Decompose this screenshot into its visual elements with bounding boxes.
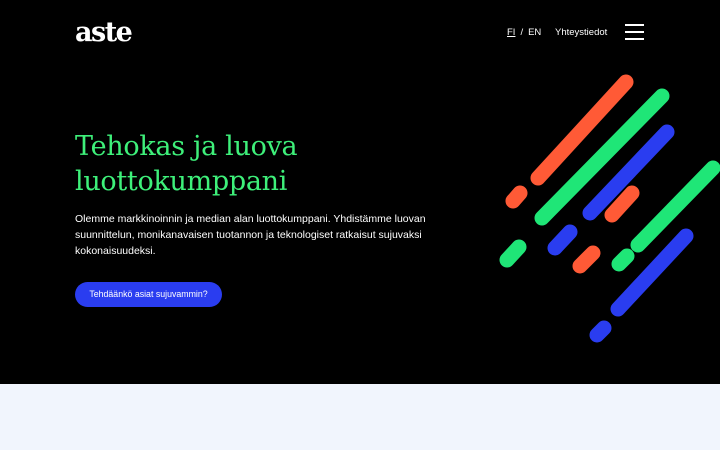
cta-button[interactable]: Tehdäänkö asiat sujuvammin? [75, 282, 222, 307]
page-title-line2: luottokumppani [75, 166, 288, 197]
hero-section: aste FI / EN Yhteystiedot Tehokas ja luova… [0, 0, 720, 384]
stripe-orange-1 [530, 74, 634, 186]
language-switcher: FI / EN [507, 27, 541, 39]
stripe-green-3 [630, 160, 720, 253]
intro-text: Olemme markkinoinnin ja median alan luot… [75, 213, 426, 257]
stripe-orange-4 [572, 245, 601, 274]
stripe-blue-3 [610, 228, 694, 317]
hamburger-menu-icon[interactable] [625, 24, 644, 40]
page-title-line1: Tehokas ja luova [75, 131, 298, 162]
stripe-blue-2 [547, 224, 578, 256]
stripe-blue-4 [589, 320, 612, 343]
page-title: Tehokas ja luova luottokumppani [75, 129, 375, 199]
aste-logo[interactable]: aste [75, 18, 133, 48]
lang-fi-link[interactable]: FI [507, 27, 515, 38]
next-section [0, 384, 720, 450]
stripe-green-4 [611, 248, 635, 272]
lang-en-link[interactable]: EN [528, 27, 541, 38]
stripe-green-2 [499, 239, 527, 268]
contact-link[interactable]: Yhteystiedot [555, 27, 607, 39]
lang-separator: / [520, 27, 524, 38]
diagonal-stripes-graphic [499, 74, 720, 343]
stripe-orange-2 [505, 185, 528, 209]
